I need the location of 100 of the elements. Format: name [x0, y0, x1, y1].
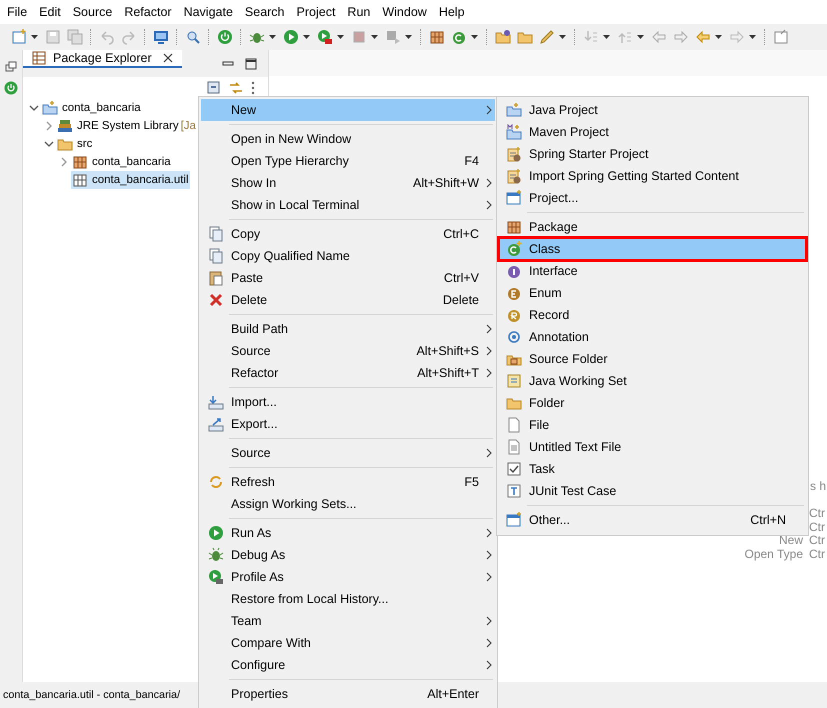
- menu-item[interactable]: Export...: [201, 413, 495, 435]
- working-set-icon: [506, 373, 522, 389]
- menu-item[interactable]: Refresh F5: [201, 471, 495, 493]
- menu-item[interactable]: Configure: [201, 654, 495, 676]
- menu-item[interactable]: Window: [376, 2, 433, 22]
- tree-item[interactable]: conta_bancaria.util: [71, 171, 190, 189]
- menu-item[interactable]: Run: [341, 2, 376, 22]
- menu-item[interactable]: Interface: [499, 260, 806, 282]
- menu-item[interactable]: File: [499, 414, 806, 436]
- package-icon[interactable]: [429, 29, 445, 45]
- tree-item[interactable]: conta_bancaria: [71, 153, 172, 171]
- menu-item[interactable]: Package: [499, 216, 806, 238]
- menu-item[interactable]: Java Working Set: [499, 370, 806, 392]
- run-icon[interactable]: [317, 29, 333, 45]
- refresh-icon: [208, 474, 224, 490]
- menu-item[interactable]: Task: [499, 458, 806, 480]
- menu-item[interactable]: Delete Delete: [201, 289, 495, 311]
- interface-icon: [506, 263, 522, 279]
- menu-item[interactable]: Restore from Local History...: [201, 588, 495, 610]
- chevron-right-icon[interactable]: [44, 121, 54, 131]
- menu-item[interactable]: Help: [432, 2, 471, 22]
- collapse-all-icon[interactable]: [206, 80, 222, 96]
- monitor-icon[interactable]: [153, 29, 169, 45]
- tree-item[interactable]: JRE System Library: [56, 117, 180, 135]
- window-icon[interactable]: [773, 29, 789, 45]
- menu-item[interactable]: Enum: [499, 282, 806, 304]
- menu-item[interactable]: Source: [66, 2, 118, 22]
- menu-item[interactable]: Spring Starter Project: [499, 143, 806, 165]
- power-icon[interactable]: [217, 29, 233, 45]
- menu-item[interactable]: Record: [499, 304, 806, 326]
- hint-key: Ctr: [809, 534, 827, 548]
- menu-item[interactable]: Folder: [499, 392, 806, 414]
- close-icon[interactable]: [162, 52, 174, 64]
- menu-item[interactable]: Java Project: [499, 99, 806, 121]
- annotation-icon: [506, 329, 522, 345]
- folder-icon[interactable]: [495, 29, 511, 45]
- export-icon: [208, 416, 224, 432]
- window-icon: [506, 190, 522, 206]
- menu-item[interactable]: File: [1, 2, 34, 22]
- menu-item[interactable]: Import...: [201, 391, 495, 413]
- more-icon[interactable]: [250, 81, 256, 95]
- chevron-down-icon[interactable]: [44, 139, 54, 149]
- menu-item[interactable]: Source Folder: [499, 348, 806, 370]
- menu-item[interactable]: Assign Working Sets...: [201, 493, 495, 515]
- link-icon[interactable]: [228, 80, 244, 96]
- project-folder-icon: [506, 102, 522, 118]
- hint-label: New: [778, 534, 803, 548]
- menu-item[interactable]: Edit: [33, 2, 67, 22]
- record-icon: [506, 307, 522, 323]
- menu-item[interactable]: New: [201, 99, 495, 121]
- file-icon: [506, 417, 522, 433]
- document-icon: [506, 146, 522, 162]
- menu-item[interactable]: Profile As: [201, 566, 495, 588]
- menu-item[interactable]: Properties Alt+Enter: [201, 683, 495, 705]
- menu-item[interactable]: Refactor: [118, 2, 178, 22]
- menu-item[interactable]: Import Spring Getting Started Content: [499, 165, 806, 187]
- tree-item[interactable]: src: [56, 135, 94, 153]
- menu-item[interactable]: Refactor Alt+Shift+T: [201, 362, 495, 384]
- package-explorer-icon: [31, 50, 47, 66]
- maximize-icon[interactable]: [244, 56, 258, 70]
- menu-item[interactable]: Copy Qualified Name: [201, 245, 495, 267]
- new-icon[interactable]: [11, 29, 27, 45]
- menu-item[interactable]: Team: [201, 610, 495, 632]
- delete-icon: [208, 292, 224, 308]
- menu-item[interactable]: Project...: [499, 187, 806, 209]
- menu-item[interactable]: Maven Project: [499, 121, 806, 143]
- library-icon: [57, 118, 73, 134]
- menu-item[interactable]: Source Alt+Shift+S: [201, 340, 495, 362]
- menu-item[interactable]: Annotation: [499, 326, 806, 348]
- menu-item[interactable]: Search: [238, 2, 291, 22]
- hint-key: Ctr: [809, 520, 827, 534]
- menu-item[interactable]: Class: [499, 238, 806, 260]
- menu-item[interactable]: Other... Ctrl+N: [499, 509, 806, 531]
- menu-item[interactable]: Source: [201, 442, 495, 464]
- chevron-down-icon[interactable]: [29, 103, 39, 113]
- menu-item[interactable]: Build Path: [201, 318, 495, 340]
- bug-icon: [208, 547, 224, 563]
- menu-item[interactable]: Show in Local Terminal: [201, 194, 495, 216]
- text-file-icon: [506, 439, 522, 455]
- menu-item[interactable]: Compare With: [201, 632, 495, 654]
- menu-item[interactable]: Paste Ctrl+V: [201, 267, 495, 289]
- menu-item[interactable]: JUnit Test Case: [499, 480, 806, 502]
- menu-item[interactable]: Untitled Text File: [499, 436, 806, 458]
- project-folder-icon: [506, 124, 522, 140]
- menu-item[interactable]: Open Type Hierarchy F4: [201, 150, 495, 172]
- menu-item[interactable]: Run As: [201, 522, 495, 544]
- window-icon: [506, 512, 522, 528]
- menu-item[interactable]: Show In Alt+Shift+W: [201, 172, 495, 194]
- hint-label: Open Type: [744, 548, 803, 561]
- chevron-right-icon[interactable]: [59, 157, 69, 167]
- menu-item[interactable]: Debug As: [201, 544, 495, 566]
- menu-item[interactable]: Navigate: [178, 2, 239, 22]
- menu-item[interactable]: Project: [290, 2, 342, 22]
- power-icon[interactable]: [4, 81, 18, 95]
- menu-item[interactable]: Open in New Window: [201, 128, 495, 150]
- tree-item[interactable]: conta_bancaria: [41, 99, 142, 117]
- view-tab[interactable]: Package Explorer: [23, 50, 182, 68]
- clipboard-icon: [208, 270, 224, 286]
- class-icon[interactable]: [451, 29, 467, 45]
- menu-item[interactable]: Copy Ctrl+C: [201, 223, 495, 245]
